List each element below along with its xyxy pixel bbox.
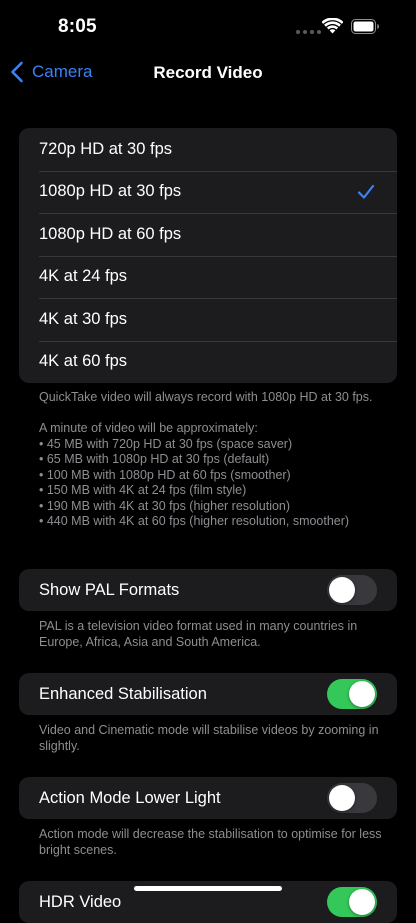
- resolution-footnote: QuickTake video will always record with …: [39, 390, 384, 530]
- action-mode-lower-light-toggle[interactable]: [327, 783, 377, 813]
- enhanced-stabilisation-toggle[interactable]: [327, 679, 377, 709]
- action-mode-lower-light-row: Action Mode Lower Light: [19, 777, 397, 819]
- quicktake-note: QuickTake video will always record with …: [39, 390, 373, 404]
- resolution-option-label: 1080p HD at 30 fps: [39, 182, 182, 201]
- enhanced-stabilisation-row: Enhanced Stabilisation: [19, 673, 397, 715]
- toggle-knob: [329, 577, 355, 603]
- toggle-knob: [349, 681, 375, 707]
- resolution-option-1080p-30[interactable]: 1080p HD at 30 fps: [19, 170, 397, 214]
- resolution-option-label: 4K at 60 fps: [39, 352, 128, 371]
- show-pal-formats-label: Show PAL Formats: [39, 581, 180, 599]
- resolution-option-1080p-60[interactable]: 1080p HD at 60 fps: [19, 213, 397, 256]
- cellular-signal-icon: [296, 30, 321, 34]
- resolution-option-label: 1080p HD at 60 fps: [39, 224, 182, 243]
- show-pal-formats-row: Show PAL Formats: [19, 569, 397, 611]
- resolution-option-4k-24[interactable]: 4K at 24 fps: [19, 255, 397, 299]
- size-item: • 45 MB with 720p HD at 30 fps (space sa…: [39, 436, 293, 451]
- resolution-option-label: 4K at 30 fps: [39, 309, 128, 328]
- resolution-option-4k-60[interactable]: 4K at 60 fps: [19, 340, 397, 384]
- size-item: • 100 MB with 1080p HD at 60 fps (smooth…: [39, 467, 291, 482]
- size-item: • 150 MB with 4K at 24 fps (film style): [39, 483, 247, 497]
- toggle-knob: [349, 889, 375, 915]
- action-mode-footnote: Action mode will decrease the stabilisat…: [39, 827, 382, 857]
- enhanced-stabilisation-label: Enhanced Stabilisation: [39, 685, 207, 703]
- hdr-video-toggle[interactable]: [327, 887, 377, 917]
- resolution-option-4k-30[interactable]: 4K at 30 fps: [19, 298, 397, 341]
- resolution-option-label: 720p HD at 30 fps: [39, 139, 172, 158]
- size-item: • 190 MB with 4K at 30 fps (higher resol…: [39, 498, 291, 513]
- hdr-video-label: HDR Video: [39, 893, 122, 911]
- status-bar: 8:05: [0, 0, 416, 50]
- action-mode-lower-light-label: Action Mode Lower Light: [39, 789, 221, 807]
- resolution-option-720p-30[interactable]: 720p HD at 30 fps: [19, 128, 397, 171]
- stabilisation-footnote: Video and Cinematic mode will stabilise …: [39, 723, 379, 753]
- wifi-icon: [322, 18, 343, 34]
- size-item: • 65 MB with 1080p HD at 30 fps (default…: [39, 452, 270, 466]
- battery-icon: [351, 19, 379, 34]
- home-indicator[interactable]: [134, 886, 282, 891]
- page-title: Record Video: [153, 63, 263, 82]
- resolution-option-label: 4K at 24 fps: [39, 267, 128, 286]
- size-item: • 440 MB with 4K at 60 fps (higher resol…: [39, 514, 350, 528]
- pal-footnote: PAL is a television video format used in…: [39, 619, 358, 649]
- checkmark-icon: [357, 184, 375, 199]
- navigation-bar: Camera Record Video: [0, 52, 416, 96]
- status-time: 8:05: [58, 16, 97, 37]
- resolution-list: 720p HD at 30 fps 1080p HD at 30 fps 108…: [19, 128, 397, 383]
- show-pal-formats-toggle[interactable]: [327, 575, 377, 605]
- toggle-knob: [329, 785, 355, 811]
- size-intro: A minute of video will be approximately:: [39, 421, 258, 435]
